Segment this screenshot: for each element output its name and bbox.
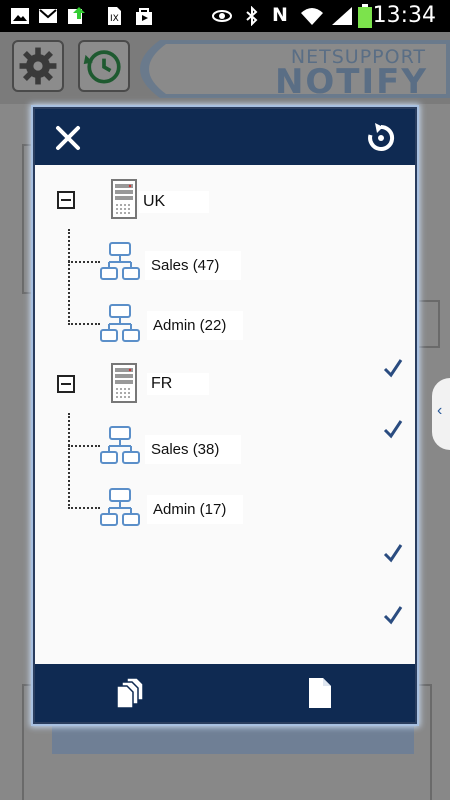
close-icon[interactable] (53, 123, 83, 153)
dialog-header (35, 109, 415, 165)
signal-icon (332, 7, 352, 25)
group-label-fr-admin[interactable]: Admin (17) (147, 495, 243, 524)
wifi-icon (301, 8, 323, 25)
bluetooth-icon (246, 6, 258, 26)
checkmark-icon[interactable] (383, 358, 403, 378)
brand-logo: NETSUPPORT NOTIFY (120, 40, 450, 102)
svg-text:IX: IX (110, 14, 119, 24)
network-group-icon (100, 488, 140, 526)
settings-button[interactable] (12, 40, 64, 92)
gear-icon (19, 47, 57, 85)
dialog-footer (35, 664, 415, 722)
nfc-indicator: N (272, 4, 288, 26)
store-icon (136, 8, 152, 25)
status-bar: IX N 13:34 (0, 0, 450, 32)
checkmark-icon[interactable] (383, 605, 403, 625)
battery-icon (358, 4, 372, 28)
side-drawer-tab[interactable]: ‹ (432, 378, 450, 450)
copy-documents-icon[interactable] (113, 676, 149, 710)
group-label-uk-sales[interactable]: Sales (47) (145, 251, 241, 280)
tree-connector (68, 445, 100, 447)
tree-connector (68, 413, 70, 509)
brand-bottom-text: NOTIFY (274, 62, 428, 102)
eye-icon (212, 10, 232, 22)
network-group-icon (100, 426, 140, 464)
tree-connector (68, 507, 100, 509)
checkmark-icon[interactable] (383, 543, 403, 563)
network-group-icon (100, 242, 140, 280)
group-tree: UK Sales (47) Admin (22) FR Sales (38) A… (35, 165, 415, 666)
server-icon (111, 363, 137, 403)
mail-icon (39, 9, 57, 23)
refresh-icon[interactable] (365, 122, 397, 154)
gallery-icon (11, 8, 29, 24)
upload-icon (68, 7, 85, 24)
document-icon[interactable] (303, 676, 339, 710)
background-bar (52, 724, 414, 754)
group-label-fr-sales[interactable]: Sales (38) (145, 435, 241, 464)
app-header: NETSUPPORT NOTIFY (0, 32, 450, 104)
background-panel (418, 300, 440, 348)
tree-connector (68, 229, 70, 325)
checkmark-icon[interactable] (383, 419, 403, 439)
collapse-fr-toggle[interactable] (57, 375, 75, 393)
site-label-uk[interactable]: UK (139, 191, 209, 213)
tree-connector (68, 261, 100, 263)
site-label-fr[interactable]: FR (147, 373, 209, 395)
chevron-left-icon: ‹ (437, 402, 443, 419)
group-label-uk-admin[interactable]: Admin (22) (147, 311, 243, 340)
tree-connector (68, 323, 100, 325)
network-group-icon (100, 304, 140, 342)
sim-icon: IX (108, 7, 121, 25)
server-icon (111, 179, 137, 219)
clock: 13:34 (372, 3, 436, 28)
collapse-uk-toggle[interactable] (57, 191, 75, 209)
group-selection-dialog: UK Sales (47) Admin (22) FR Sales (38) A… (33, 107, 417, 724)
